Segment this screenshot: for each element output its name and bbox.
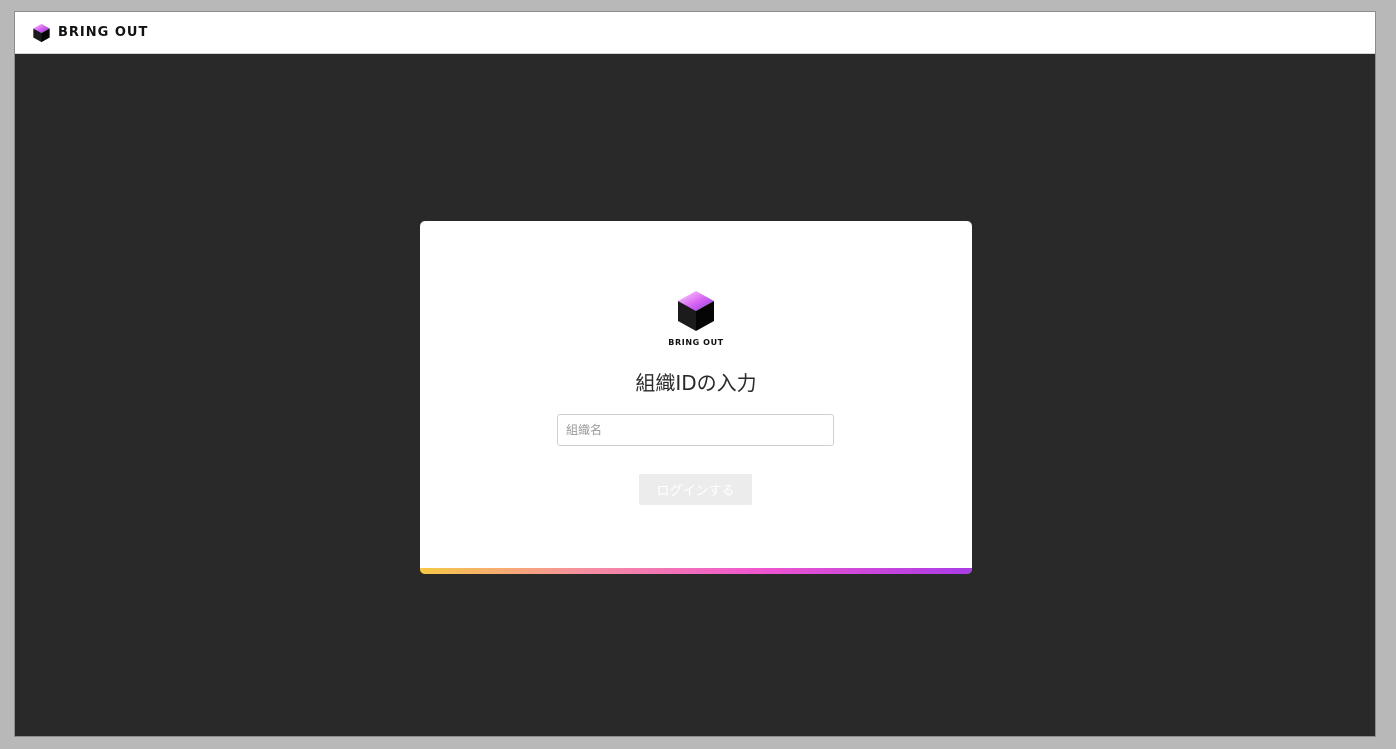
header-brand-name: BRING OUT <box>58 25 149 40</box>
top-navigation-bar: BRING OUT <box>15 12 1375 54</box>
cube-logo-icon <box>33 23 50 42</box>
cube-logo-icon <box>678 291 714 331</box>
card-gradient-accent-bar <box>420 568 972 574</box>
app-window: BRING OUT BRING OUT 組織IDの入力 ログインする <box>15 12 1375 736</box>
organization-name-input[interactable] <box>557 414 834 446</box>
card-brand-name: BRING OUT <box>668 338 724 347</box>
header-logo[interactable]: BRING OUT <box>32 23 148 43</box>
login-button[interactable]: ログインする <box>639 474 752 505</box>
page-title: 組織IDの入力 <box>635 371 757 395</box>
login-card: BRING OUT 組織IDの入力 ログインする <box>420 221 972 574</box>
card-logo: BRING OUT <box>420 289 972 347</box>
